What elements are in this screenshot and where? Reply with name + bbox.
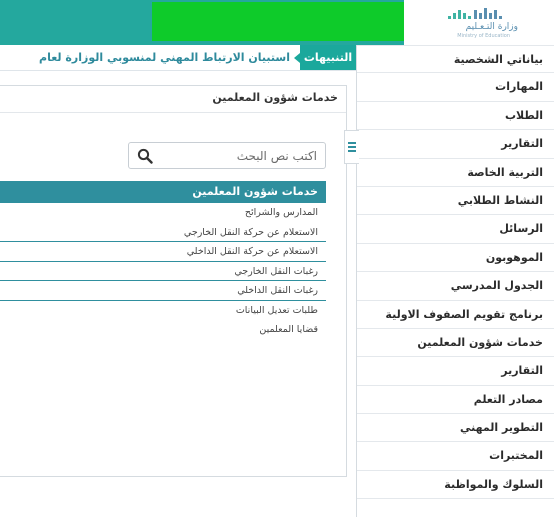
logo-mark-icon bbox=[448, 8, 502, 19]
sidebar-item-behavior-attendance[interactable]: السلوك والمواظبة bbox=[357, 471, 554, 500]
list-item-internal-transfer-inquiry[interactable]: الاستعلام عن حركة النقل الداخلي bbox=[0, 242, 326, 262]
sidebar-item-professional-development[interactable]: التطوير المهني bbox=[357, 414, 554, 443]
list-item-schools-segments[interactable]: المدارس والشرائح bbox=[0, 203, 326, 223]
logo-text: وزارة التـعـليم bbox=[465, 22, 518, 32]
sidebar-item-teacher-affairs[interactable]: خدمات شؤون المعلمين bbox=[357, 329, 554, 358]
sidebar-item-student-activity[interactable]: النشاط الطلابي bbox=[357, 187, 554, 216]
sidebar-item-special-education[interactable]: التربية الخاصة bbox=[357, 159, 554, 187]
title-divider bbox=[0, 112, 346, 113]
alert-ticker-text[interactable]: استبيان الارتباط المهني لمنسوبي الوزارة … bbox=[39, 45, 290, 70]
search-box bbox=[128, 142, 326, 169]
sidebar-item-students[interactable]: الطلاب bbox=[357, 102, 554, 131]
list-item-external-transfer-wishes[interactable]: رغبات النقل الخارجي bbox=[0, 262, 326, 281]
top-header: وزارة التـعـليم Ministry of Education bbox=[0, 0, 554, 45]
search-icon[interactable] bbox=[137, 148, 153, 164]
logo-area: وزارة التـعـليم Ministry of Education bbox=[404, 0, 554, 45]
sidebar-item-gifted[interactable]: الموهوبون bbox=[357, 244, 554, 273]
list-item-data-edit-requests[interactable]: طلبات تعديل البيانات bbox=[0, 301, 326, 321]
alerts-bar: التنبيهات استبيان الارتباط المهني لمنسوب… bbox=[0, 45, 356, 71]
sidebar-item-early-grades-evaluation[interactable]: برنامج تقويم الصفوف الاولية bbox=[357, 301, 554, 329]
list-item-teacher-cases[interactable]: قضايا المعلمين bbox=[0, 320, 326, 340]
page-title: خدمات شؤون المعلمين bbox=[212, 91, 338, 104]
redacted-banner bbox=[152, 2, 404, 41]
sidebar-item-labs[interactable]: المختبرات bbox=[357, 442, 554, 471]
list-item-internal-transfer-wishes[interactable]: رغبات النقل الداخلي bbox=[0, 281, 326, 301]
ministry-logo[interactable]: وزارة التـعـليم Ministry of Education bbox=[442, 6, 524, 39]
list-item-external-transfer-inquiry[interactable]: الاستعلام عن حركة النقل الخارجي bbox=[0, 223, 326, 242]
sidebar-item-reports-2[interactable]: التقارير bbox=[357, 357, 554, 386]
sidebar-item-skills[interactable]: المهارات bbox=[357, 73, 554, 102]
services-list: المدارس والشرائح الاستعلام عن حركة النقل… bbox=[0, 203, 326, 340]
sidebar-item-personal-data[interactable]: بياناتي الشخصية bbox=[357, 45, 554, 74]
sidebar-item-messages[interactable]: الرسائل bbox=[357, 215, 554, 244]
search-input[interactable] bbox=[177, 143, 317, 168]
sidebar-toggle-button[interactable] bbox=[344, 130, 359, 164]
services-list-header: خدمات شؤون المعلمين bbox=[0, 181, 326, 203]
sidebar-item-reports[interactable]: التقارير bbox=[357, 130, 554, 159]
sidebar-item-learning-resources[interactable]: مصادر التعلم bbox=[357, 386, 554, 415]
menu-toggle-icon bbox=[348, 142, 356, 152]
alerts-label: التنبيهات bbox=[294, 45, 356, 70]
sidebar-menu: بياناتي الشخصية المهارات الطلاب التقارير… bbox=[356, 45, 554, 517]
logo-subtext: Ministry of Education bbox=[457, 33, 510, 39]
sidebar-item-school-schedule[interactable]: الجدول المدرسي bbox=[357, 272, 554, 301]
